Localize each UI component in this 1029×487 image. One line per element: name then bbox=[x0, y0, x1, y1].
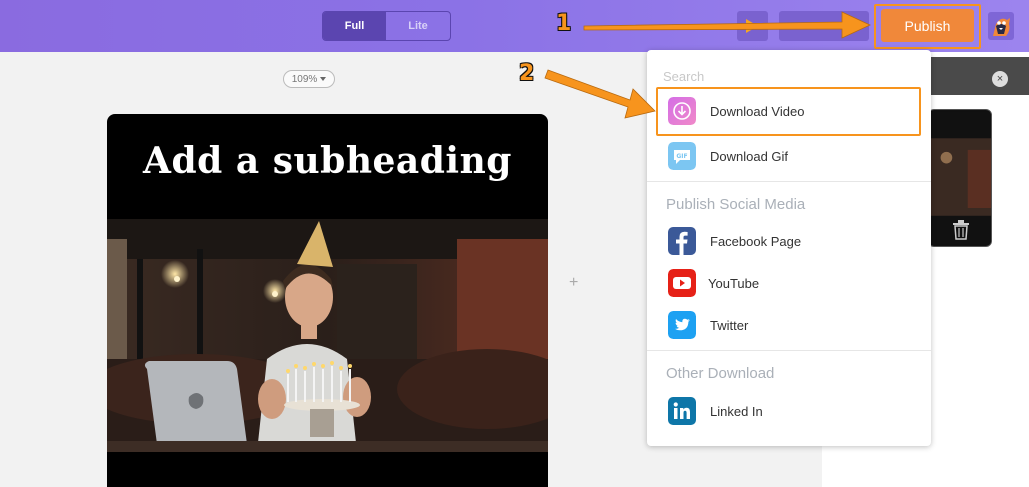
step-1-label: 1 bbox=[556, 11, 572, 36]
annotation-arrows bbox=[544, 11, 871, 119]
step-2-label: 2 bbox=[519, 61, 535, 86]
